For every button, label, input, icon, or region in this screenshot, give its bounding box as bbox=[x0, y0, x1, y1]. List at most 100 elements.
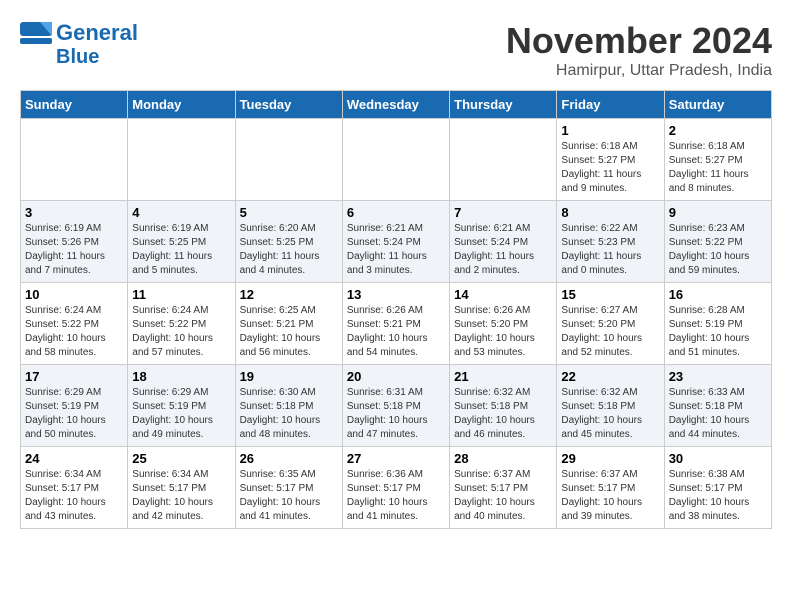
day-info: Sunrise: 6:32 AMSunset: 5:18 PMDaylight:… bbox=[454, 386, 552, 442]
day-info: Sunrise: 6:19 AMSunset: 5:26 PMDaylight:… bbox=[25, 222, 123, 278]
day-info: Sunrise: 6:26 AMSunset: 5:21 PMDaylight:… bbox=[347, 304, 445, 360]
day-info: Sunrise: 6:22 AMSunset: 5:23 PMDaylight:… bbox=[561, 222, 659, 278]
month-title: November 2024 bbox=[506, 20, 772, 62]
day-number: 2 bbox=[669, 123, 767, 138]
logo-text: General bbox=[56, 20, 138, 46]
day-info: Sunrise: 6:34 AMSunset: 5:17 PMDaylight:… bbox=[132, 468, 230, 524]
day-number: 18 bbox=[132, 369, 230, 384]
day-number: 19 bbox=[240, 369, 338, 384]
day-number: 21 bbox=[454, 369, 552, 384]
calendar-cell: 2 Sunrise: 6:18 AMSunset: 5:27 PMDaylight… bbox=[664, 119, 771, 201]
day-number: 23 bbox=[669, 369, 767, 384]
day-number: 8 bbox=[561, 205, 659, 220]
calendar-cell: 22Sunrise: 6:32 AMSunset: 5:18 PMDayligh… bbox=[557, 365, 664, 447]
day-info: Sunrise: 6:30 AMSunset: 5:18 PMDaylight:… bbox=[240, 386, 338, 442]
calendar-cell: 20 Sunrise: 6:31 AMSunset: 5:18 PMDayligh… bbox=[342, 365, 449, 447]
day-number: 9 bbox=[669, 205, 767, 220]
calendar-cell: 28 Sunrise: 6:37 AMSunset: 5:17 PMDayligh… bbox=[450, 447, 557, 529]
calendar-cell: 15Sunrise: 6:27 AMSunset: 5:20 PMDayligh… bbox=[557, 283, 664, 365]
calendar-weekday-wednesday: Wednesday bbox=[342, 91, 449, 119]
day-number: 4 bbox=[132, 205, 230, 220]
day-number: 27 bbox=[347, 451, 445, 466]
calendar-weekday-friday: Friday bbox=[557, 91, 664, 119]
calendar-weekday-monday: Monday bbox=[128, 91, 235, 119]
calendar-cell: 8 Sunrise: 6:22 AMSunset: 5:23 PMDaylight… bbox=[557, 201, 664, 283]
day-info: Sunrise: 6:35 AMSunset: 5:17 PMDaylight:… bbox=[240, 468, 338, 524]
calendar-cell: 4 Sunrise: 6:19 AMSunset: 5:25 PMDaylight… bbox=[128, 201, 235, 283]
calendar-cell: 11 Sunrise: 6:24 AMSunset: 5:22 PMDayligh… bbox=[128, 283, 235, 365]
calendar-week-row: 24 Sunrise: 6:34 AMSunset: 5:17 PMDayligh… bbox=[21, 447, 772, 529]
day-info: Sunrise: 6:23 AMSunset: 5:22 PMDaylight:… bbox=[669, 222, 767, 278]
day-number: 24 bbox=[25, 451, 123, 466]
day-number: 25 bbox=[132, 451, 230, 466]
day-number: 20 bbox=[347, 369, 445, 384]
calendar-cell bbox=[235, 119, 342, 201]
day-info: Sunrise: 6:37 AMSunset: 5:17 PMDaylight:… bbox=[454, 468, 552, 524]
calendar-cell: 17 Sunrise: 6:29 AMSunset: 5:19 PMDayligh… bbox=[21, 365, 128, 447]
calendar-cell: 18 Sunrise: 6:29 AMSunset: 5:19 PMDayligh… bbox=[128, 365, 235, 447]
calendar-weekday-sunday: Sunday bbox=[21, 91, 128, 119]
calendar-week-row: 17 Sunrise: 6:29 AMSunset: 5:19 PMDayligh… bbox=[21, 365, 772, 447]
day-info: Sunrise: 6:31 AMSunset: 5:18 PMDaylight:… bbox=[347, 386, 445, 442]
day-info: Sunrise: 6:29 AMSunset: 5:19 PMDaylight:… bbox=[25, 386, 123, 442]
day-info: Sunrise: 6:20 AMSunset: 5:25 PMDaylight:… bbox=[240, 222, 338, 278]
day-number: 13 bbox=[347, 287, 445, 302]
day-info: Sunrise: 6:26 AMSunset: 5:20 PMDaylight:… bbox=[454, 304, 552, 360]
day-info: Sunrise: 6:25 AMSunset: 5:21 PMDaylight:… bbox=[240, 304, 338, 360]
calendar-cell: 29 Sunrise: 6:37 AMSunset: 5:17 PMDayligh… bbox=[557, 447, 664, 529]
day-number: 29 bbox=[561, 451, 659, 466]
day-info: Sunrise: 6:33 AMSunset: 5:18 PMDaylight:… bbox=[669, 386, 767, 442]
day-number: 17 bbox=[25, 369, 123, 384]
day-number: 15 bbox=[561, 287, 659, 302]
day-number: 6 bbox=[347, 205, 445, 220]
calendar-cell: 9 Sunrise: 6:23 AMSunset: 5:22 PMDaylight… bbox=[664, 201, 771, 283]
day-number: 28 bbox=[454, 451, 552, 466]
day-number: 16 bbox=[669, 287, 767, 302]
day-info: Sunrise: 6:18 AMSunset: 5:27 PMDaylight:… bbox=[669, 140, 767, 196]
calendar-cell: 19 Sunrise: 6:30 AMSunset: 5:18 PMDayligh… bbox=[235, 365, 342, 447]
calendar-cell: 10 Sunrise: 6:24 AMSunset: 5:22 PMDayligh… bbox=[21, 283, 128, 365]
calendar: SundayMondayTuesdayWednesdayThursdayFrid… bbox=[20, 90, 772, 529]
logo-text-blue: Blue bbox=[56, 46, 99, 69]
calendar-cell: 7Sunrise: 6:21 AMSunset: 5:24 PMDaylight… bbox=[450, 201, 557, 283]
calendar-cell: 6 Sunrise: 6:21 AMSunset: 5:24 PMDaylight… bbox=[342, 201, 449, 283]
day-info: Sunrise: 6:19 AMSunset: 5:25 PMDaylight:… bbox=[132, 222, 230, 278]
day-info: Sunrise: 6:29 AMSunset: 5:19 PMDaylight:… bbox=[132, 386, 230, 442]
day-number: 12 bbox=[240, 287, 338, 302]
day-info: Sunrise: 6:32 AMSunset: 5:18 PMDaylight:… bbox=[561, 386, 659, 442]
calendar-cell: 26 Sunrise: 6:35 AMSunset: 5:17 PMDayligh… bbox=[235, 447, 342, 529]
calendar-cell: 27 Sunrise: 6:36 AMSunset: 5:17 PMDayligh… bbox=[342, 447, 449, 529]
calendar-cell: 23 Sunrise: 6:33 AMSunset: 5:18 PMDayligh… bbox=[664, 365, 771, 447]
day-number: 30 bbox=[669, 451, 767, 466]
day-info: Sunrise: 6:36 AMSunset: 5:17 PMDaylight:… bbox=[347, 468, 445, 524]
day-info: Sunrise: 6:21 AMSunset: 5:24 PMDaylight:… bbox=[347, 222, 445, 278]
calendar-weekday-saturday: Saturday bbox=[664, 91, 771, 119]
logo-icon bbox=[20, 22, 52, 44]
day-info: Sunrise: 6:24 AMSunset: 5:22 PMDaylight:… bbox=[132, 304, 230, 360]
calendar-weekday-tuesday: Tuesday bbox=[235, 91, 342, 119]
calendar-cell: 5 Sunrise: 6:20 AMSunset: 5:25 PMDaylight… bbox=[235, 201, 342, 283]
day-info: Sunrise: 6:37 AMSunset: 5:17 PMDaylight:… bbox=[561, 468, 659, 524]
calendar-cell: 1Sunrise: 6:18 AMSunset: 5:27 PMDaylight… bbox=[557, 119, 664, 201]
calendar-cell: 13 Sunrise: 6:26 AMSunset: 5:21 PMDayligh… bbox=[342, 283, 449, 365]
calendar-cell: 16 Sunrise: 6:28 AMSunset: 5:19 PMDayligh… bbox=[664, 283, 771, 365]
day-info: Sunrise: 6:34 AMSunset: 5:17 PMDaylight:… bbox=[25, 468, 123, 524]
calendar-cell: 12 Sunrise: 6:25 AMSunset: 5:21 PMDayligh… bbox=[235, 283, 342, 365]
calendar-cell: 24 Sunrise: 6:34 AMSunset: 5:17 PMDayligh… bbox=[21, 447, 128, 529]
day-info: Sunrise: 6:24 AMSunset: 5:22 PMDaylight:… bbox=[25, 304, 123, 360]
day-info: Sunrise: 6:28 AMSunset: 5:19 PMDaylight:… bbox=[669, 304, 767, 360]
location-subtitle: Hamirpur, Uttar Pradesh, India bbox=[506, 62, 772, 80]
calendar-cell: 14Sunrise: 6:26 AMSunset: 5:20 PMDayligh… bbox=[450, 283, 557, 365]
day-number: 11 bbox=[132, 287, 230, 302]
day-number: 3 bbox=[25, 205, 123, 220]
day-number: 10 bbox=[25, 287, 123, 302]
page-header: General Blue November 2024 Hamirpur, Utt… bbox=[20, 20, 772, 80]
calendar-week-row: 3 Sunrise: 6:19 AMSunset: 5:26 PMDaylight… bbox=[21, 201, 772, 283]
day-info: Sunrise: 6:21 AMSunset: 5:24 PMDaylight:… bbox=[454, 222, 552, 278]
day-number: 5 bbox=[240, 205, 338, 220]
calendar-cell bbox=[128, 119, 235, 201]
calendar-cell bbox=[342, 119, 449, 201]
day-number: 26 bbox=[240, 451, 338, 466]
day-info: Sunrise: 6:18 AMSunset: 5:27 PMDaylight:… bbox=[561, 140, 659, 196]
calendar-cell: 3 Sunrise: 6:19 AMSunset: 5:26 PMDaylight… bbox=[21, 201, 128, 283]
